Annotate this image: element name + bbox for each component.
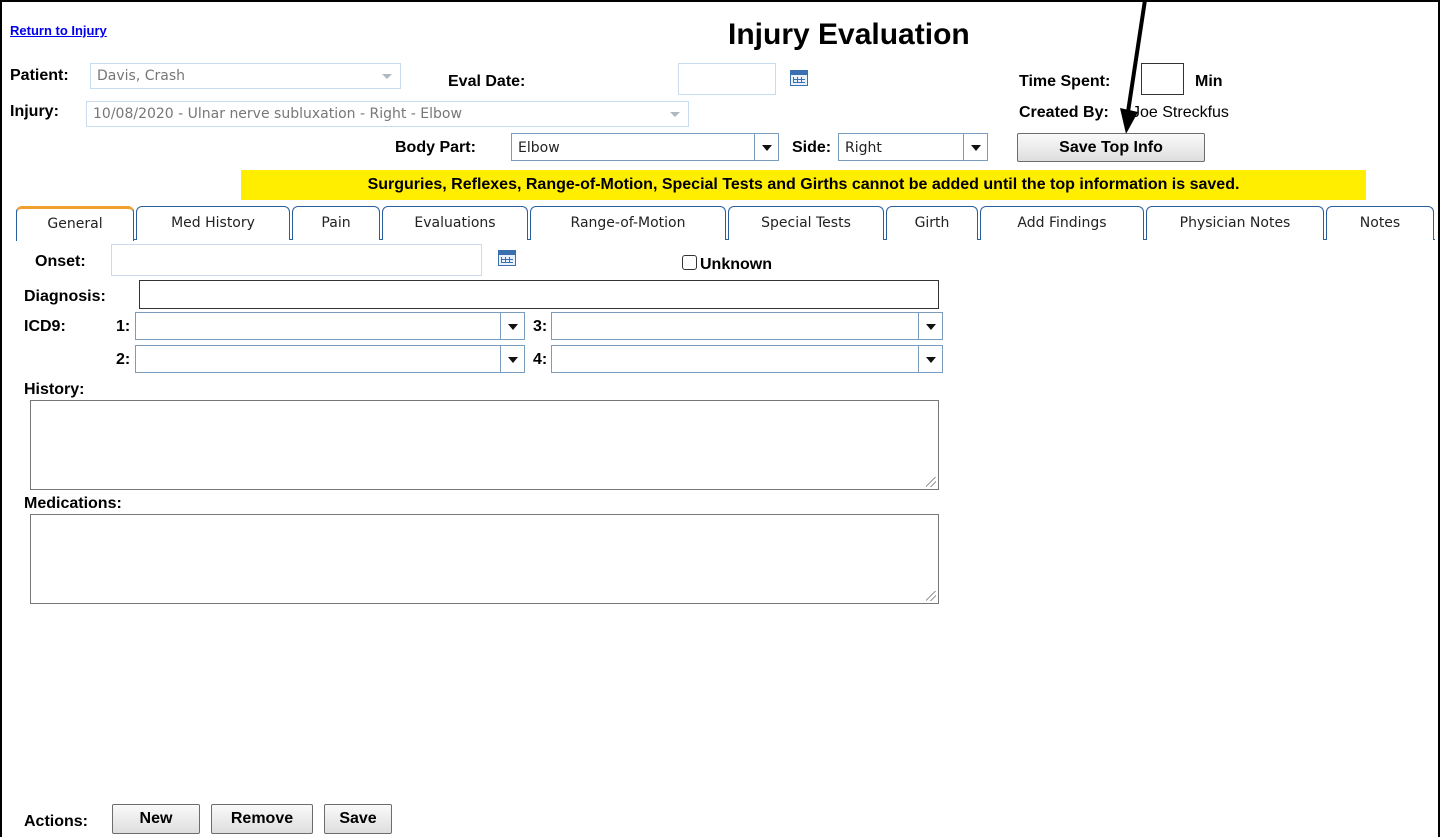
- tab-physician-notes[interactable]: Physician Notes: [1146, 206, 1324, 240]
- created-by-value: Joe Streckfus: [1132, 104, 1229, 121]
- chevron-down-icon: [382, 74, 392, 79]
- patient-combobox[interactable]: Davis, Crash: [90, 63, 401, 89]
- warning-banner: Surguries, Reflexes, Range-of-Motion, Sp…: [241, 170, 1366, 200]
- medications-textarea[interactable]: [30, 514, 939, 604]
- tab-med-history[interactable]: Med History: [136, 206, 290, 240]
- tab-evaluations[interactable]: Evaluations: [382, 206, 528, 240]
- eval-date-calendar-icon[interactable]: [790, 70, 808, 86]
- diagnosis-label: Diagnosis:: [24, 288, 106, 305]
- time-spent-input[interactable]: [1141, 63, 1184, 95]
- resize-grip-icon[interactable]: [926, 477, 936, 487]
- history-textarea[interactable]: [30, 400, 939, 490]
- diagnosis-input[interactable]: [139, 280, 939, 309]
- eval-date-input[interactable]: [678, 63, 776, 95]
- patient-label: Patient:: [10, 67, 69, 84]
- time-spent-label: Time Spent:: [1019, 73, 1111, 90]
- actions-label: Actions:: [24, 813, 88, 830]
- chevron-down-icon: [918, 346, 942, 372]
- resize-grip-icon[interactable]: [926, 591, 936, 601]
- body-part-value: Elbow: [518, 140, 560, 156]
- tab-general[interactable]: General: [16, 206, 134, 241]
- eval-date-label: Eval Date:: [448, 73, 526, 90]
- injury-value: 10/08/2020 - Ulnar nerve subluxation - R…: [93, 106, 462, 122]
- return-to-injury-link[interactable]: Return to Injury: [10, 23, 107, 38]
- icd9-4-label: 4:: [533, 351, 548, 368]
- time-spent-unit: Min: [1195, 73, 1223, 90]
- chevron-down-icon: [670, 112, 680, 117]
- created-by-label: Created By:: [1019, 104, 1109, 121]
- injury-label: Injury:: [10, 103, 59, 120]
- side-label: Side:: [792, 139, 832, 156]
- chevron-down-icon: [754, 134, 778, 160]
- icd9-3-select[interactable]: [551, 312, 943, 340]
- tab-notes[interactable]: Notes: [1326, 206, 1434, 240]
- onset-input[interactable]: [111, 244, 482, 276]
- body-part-select[interactable]: Elbow: [511, 133, 779, 161]
- chevron-down-icon: [963, 134, 987, 160]
- tab-add-findings[interactable]: Add Findings: [980, 206, 1144, 240]
- icd9-2-label: 2:: [116, 351, 131, 368]
- icd9-label: ICD9:: [24, 318, 66, 335]
- save-top-info-button[interactable]: Save Top Info: [1017, 133, 1205, 162]
- body-part-label: Body Part:: [395, 139, 476, 156]
- chevron-down-icon: [500, 346, 524, 372]
- patient-value: Davis, Crash: [97, 68, 186, 84]
- tab-pain[interactable]: Pain: [292, 206, 380, 240]
- side-select[interactable]: Right: [838, 133, 988, 161]
- onset-calendar-icon[interactable]: [498, 250, 516, 266]
- page-title: Injury Evaluation: [728, 18, 970, 51]
- tab-bar: General Med History Pain Evaluations Ran…: [16, 206, 1435, 241]
- injury-combobox[interactable]: 10/08/2020 - Ulnar nerve subluxation - R…: [86, 101, 689, 127]
- unknown-checkbox[interactable]: [682, 255, 697, 270]
- icd9-2-select[interactable]: [135, 345, 525, 373]
- tab-special-tests[interactable]: Special Tests: [728, 206, 884, 240]
- new-button[interactable]: New: [112, 804, 200, 834]
- icd9-1-select[interactable]: [135, 312, 525, 340]
- save-button[interactable]: Save: [324, 804, 392, 834]
- icd9-4-select[interactable]: [551, 345, 943, 373]
- icd9-1-label: 1:: [116, 318, 131, 335]
- icd9-3-label: 3:: [533, 318, 548, 335]
- chevron-down-icon: [918, 313, 942, 339]
- history-label: History:: [24, 381, 85, 398]
- medications-label: Medications:: [24, 495, 122, 512]
- side-value: Right: [845, 140, 882, 156]
- remove-button[interactable]: Remove: [211, 804, 313, 834]
- tab-range-of-motion[interactable]: Range-of-Motion: [530, 206, 726, 240]
- chevron-down-icon: [500, 313, 524, 339]
- tab-girth[interactable]: Girth: [886, 206, 978, 240]
- onset-label: Onset:: [35, 253, 86, 270]
- unknown-label: Unknown: [700, 256, 772, 273]
